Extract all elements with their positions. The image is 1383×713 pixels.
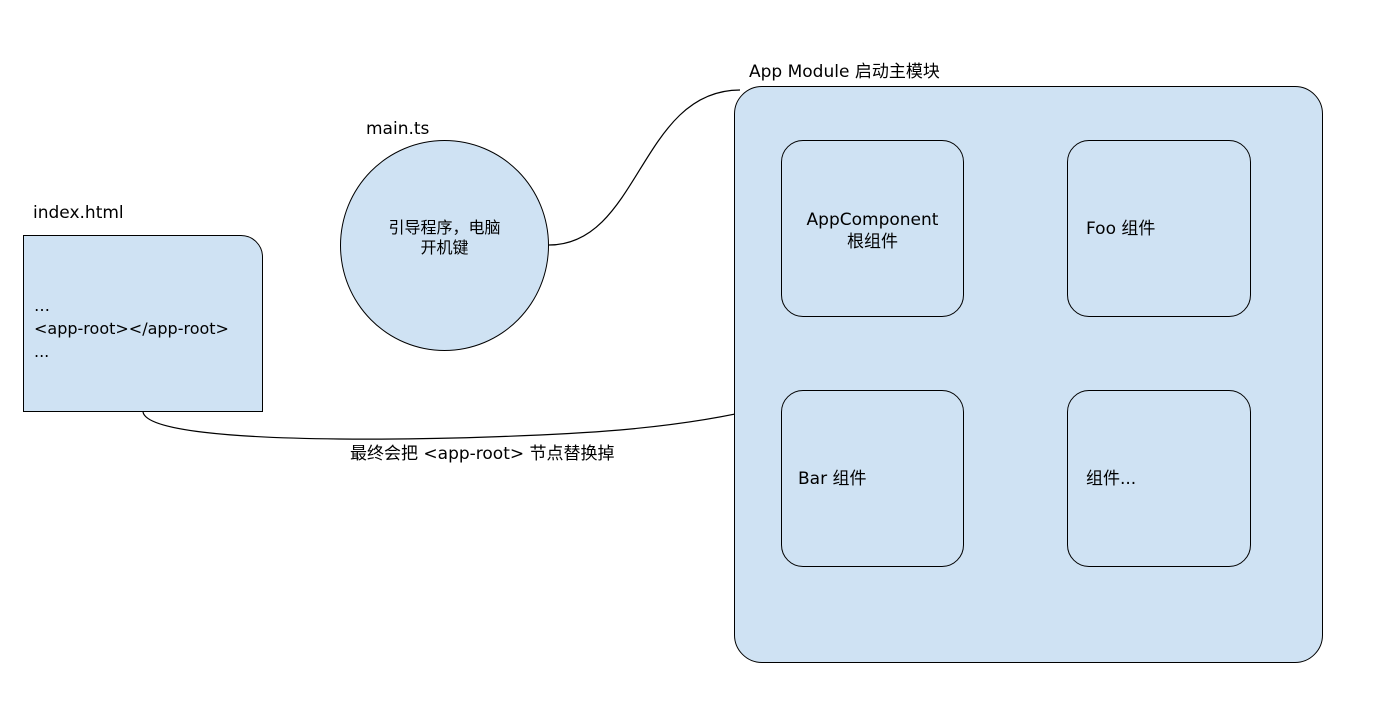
more-components-label: 组件...: [1086, 469, 1137, 489]
index-file-content: … <app-root></app-root> ...: [34, 294, 229, 363]
foo-component-box: Foo 组件: [1067, 140, 1251, 317]
app-component-name: AppComponent: [806, 210, 939, 230]
main-to-module-connector: [548, 89, 741, 246]
bar-component-label: Bar 组件: [798, 469, 867, 489]
main-file-description: 引导程序，电脑 开机键: [388, 218, 500, 258]
main-file-circle: 引导程序，电脑 开机键: [340, 140, 549, 351]
index-line-3: ...: [34, 342, 50, 361]
app-component-label: AppComponent 根组件: [782, 209, 963, 253]
bar-component-box: Bar 组件: [781, 390, 964, 567]
app-module-title: App Module 启动主模块: [749, 62, 940, 82]
index-file-title: index.html: [33, 203, 124, 223]
index-line-1: …: [34, 296, 50, 315]
main-desc-line-2: 开机键: [420, 237, 469, 257]
main-file-title: main.ts: [366, 119, 430, 139]
foo-component-label: Foo 组件: [1086, 219, 1156, 239]
main-desc-line-1: 引导程序，电脑: [388, 217, 501, 237]
app-component-subtitle: 根组件: [847, 232, 898, 252]
app-component-box: AppComponent 根组件: [781, 140, 964, 317]
replace-note-label: 最终会把 <app-root> 节点替换掉: [350, 444, 615, 464]
index-file-box: … <app-root></app-root> ...: [23, 235, 263, 412]
index-line-2: <app-root></app-root>: [34, 319, 229, 338]
more-components-box: 组件...: [1067, 390, 1251, 567]
